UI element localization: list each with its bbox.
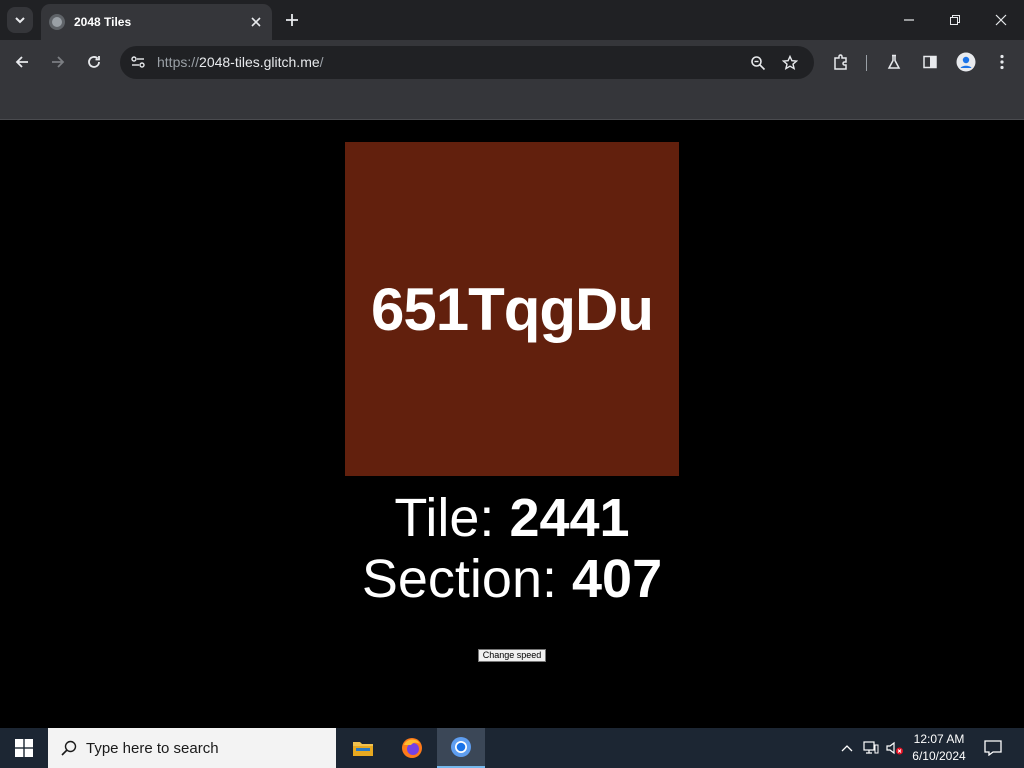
section-label: Section: (361, 549, 572, 609)
zoom-icon[interactable] (746, 51, 770, 75)
bookmarks-bar (0, 85, 1024, 120)
site-settings-icon[interactable] (126, 50, 150, 74)
clock-time: 12:07 AM (913, 732, 965, 746)
plus-icon (286, 14, 298, 26)
tab-title: 2048 Tiles (74, 15, 132, 29)
restore-icon (950, 15, 960, 25)
search-icon (61, 740, 77, 756)
forward-button[interactable] (44, 48, 72, 76)
tab-active[interactable]: 2048 Tiles (41, 4, 272, 40)
arrow-left-icon (15, 56, 28, 68)
notification-icon (984, 740, 1002, 756)
labs-flask-icon[interactable] (881, 49, 907, 75)
tile-label: Tile: (394, 488, 510, 548)
toolbar-separator (866, 55, 867, 71)
section-line: Section: 407 (0, 549, 1024, 610)
taskbar-search-box[interactable]: Type here to search (48, 728, 336, 768)
new-tab-button[interactable] (280, 8, 304, 32)
bookmark-star-icon[interactable] (778, 51, 802, 75)
address-bar[interactable]: https://2048-tiles.glitch.me/ (120, 46, 814, 79)
volume-muted-icon[interactable] (884, 728, 906, 768)
tile-code: 651TqgDu (370, 275, 654, 343)
section-number: 407 (572, 549, 663, 609)
minimize-icon (904, 19, 914, 21)
close-icon (995, 14, 1007, 26)
close-tab-icon[interactable] (246, 12, 266, 32)
firefox-icon (402, 738, 422, 758)
extensions-icon[interactable] (828, 49, 854, 75)
close-window-button[interactable] (978, 0, 1024, 40)
show-hidden-icons[interactable] (838, 728, 856, 768)
change-speed-button[interactable]: Change speed (478, 649, 546, 662)
notifications-button[interactable] (978, 728, 1008, 768)
reload-button[interactable] (80, 48, 108, 76)
tab-search-button[interactable] (7, 7, 33, 33)
url-text: https://2048-tiles.glitch.me/ (157, 54, 324, 70)
side-panel-icon[interactable] (917, 49, 943, 75)
search-placeholder: Type here to search (86, 739, 219, 757)
network-icon[interactable] (860, 728, 882, 768)
tile-number: 2441 (509, 488, 630, 548)
minimize-button[interactable] (886, 0, 932, 40)
taskbar-clock[interactable]: 12:07 AM 6/10/2024 (906, 731, 972, 765)
profile-avatar-icon[interactable] (953, 49, 979, 75)
windows-logo-icon (15, 739, 33, 757)
more-menu-icon[interactable] (989, 49, 1015, 75)
browser-toolbar: https://2048-tiles.glitch.me/ (0, 40, 1024, 85)
tile-square: 651TqgDu (345, 142, 679, 476)
tab-strip: 2048 Tiles (0, 0, 1024, 40)
restore-button[interactable] (932, 0, 978, 40)
chrome-icon (451, 737, 471, 757)
start-button[interactable] (0, 728, 48, 768)
folder-icon (353, 742, 373, 756)
tile-line: Tile: 2441 (0, 488, 1024, 549)
chevron-up-icon (841, 745, 853, 752)
clock-date: 6/10/2024 (912, 749, 966, 763)
windows-taskbar: Type here to search 12:07 AM 6/10/2024 (0, 728, 1024, 768)
chevron-down-icon (15, 17, 25, 24)
chrome-button[interactable] (437, 728, 485, 768)
tile-stats: Tile: 2441 Section: 407 (0, 488, 1024, 610)
arrow-right-icon (52, 56, 65, 68)
back-button[interactable] (8, 48, 36, 76)
firefox-button[interactable] (388, 728, 436, 768)
page-content: 651TqgDu Tile: 2441 Section: 407 Change … (0, 121, 1024, 728)
reload-icon (88, 56, 100, 68)
globe-icon (49, 14, 65, 30)
file-explorer-button[interactable] (339, 728, 387, 768)
